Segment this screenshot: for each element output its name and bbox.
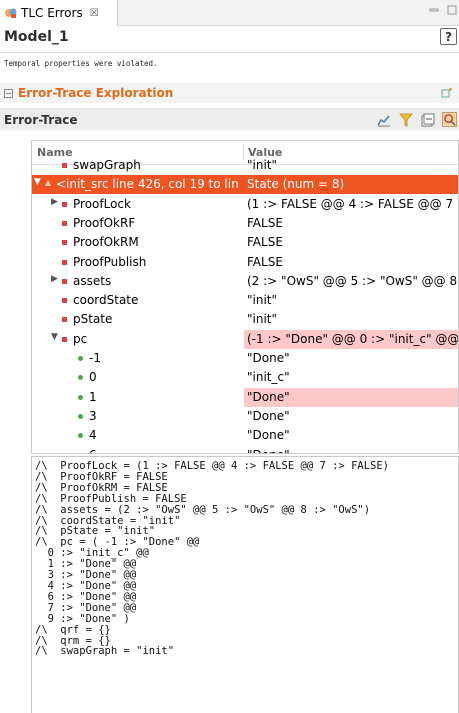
row-value: "init" (247, 293, 278, 308)
variable-icon (62, 163, 67, 168)
table-row[interactable]: 0 "init_c" (32, 368, 458, 387)
variable-icon (62, 317, 67, 323)
table-row[interactable]: ProofPublish FALSE (32, 253, 458, 272)
chart-icon[interactable] (376, 112, 391, 127)
expanded-arrow-icon[interactable]: ▼ (34, 177, 41, 187)
row-value: "Done" (247, 351, 290, 365)
state-icon (45, 180, 51, 187)
function-entry-icon (78, 433, 83, 439)
left-gutter (0, 140, 31, 713)
row-value: FALSE (247, 235, 283, 250)
section-menu-icon[interactable] (441, 87, 453, 102)
function-entry-icon (78, 394, 83, 400)
variable-icon (62, 240, 67, 246)
table-row[interactable]: pState "init" (32, 310, 458, 329)
error-trace-exploration-section[interactable]: − Error-Trace Exploration (0, 83, 459, 103)
filter-icon[interactable] (398, 112, 413, 127)
table-row[interactable]: 6 "Done" (32, 446, 458, 454)
row-value: "Done" (244, 446, 458, 454)
row-value: State (num = 8) (244, 175, 458, 195)
table-row[interactable]: ▶ ProofLock (1 :> FALSE @@ 4 :> FALSE @@ 7… (32, 195, 458, 214)
model-title: Model_1 (4, 29, 69, 45)
row-name: <init_src line 426, col 19 to lin (56, 177, 239, 192)
variable-icon (62, 220, 67, 226)
table-row[interactable]: ▼ <init_src line 426, col 19 to lin State … (32, 175, 458, 195)
row-name: swapGraph (73, 158, 141, 172)
status-message: Temporal properties were violated. (4, 59, 158, 68)
tab-tlc-errors[interactable]: TLC Errors ☒ (0, 0, 118, 26)
variable-icon (62, 201, 67, 207)
row-name: coordState (73, 293, 139, 308)
state-text-area[interactable]: /\ ProofLock = (1 :> FALSE @@ 4 :> FALSE… (31, 456, 459, 713)
toggle-trace-icon[interactable] (442, 112, 457, 127)
row-name: pc (73, 331, 88, 346)
function-entry-icon (78, 375, 83, 381)
tlc-errors-icon (4, 6, 18, 20)
row-value: "init" (247, 158, 278, 172)
error-trace-table: Name Value swapGraph "init" ▼ <init_src lin… (31, 140, 459, 454)
expanded-arrow-icon[interactable]: ▼ (51, 332, 58, 342)
function-entry-icon (78, 413, 83, 419)
function-entry-icon (78, 356, 83, 361)
row-name: -1 (89, 351, 101, 365)
row-name: 4 (89, 428, 97, 443)
variable-icon (62, 298, 67, 304)
table-row[interactable]: ▶ assets (2 :> "OwS" @@ 5 :> "OwS" @@ 8 :>… (32, 272, 458, 291)
row-value: "Done" (247, 428, 290, 443)
row-value: "init_c" (247, 370, 290, 385)
maximize-icon[interactable] (447, 5, 457, 18)
row-name: ProofOkRF (73, 215, 136, 230)
tab-close-icon[interactable]: ☒ (90, 8, 99, 19)
variable-icon (62, 278, 67, 284)
error-trace-title: Error-Trace (4, 112, 78, 127)
row-value: "init" (247, 312, 278, 327)
row-name: ProofPublish (73, 254, 147, 269)
row-value: "Done" (247, 408, 290, 423)
table-row[interactable]: ProofOkRF FALSE (32, 214, 458, 233)
row-value: FALSE (247, 254, 283, 269)
row-name: 3 (89, 408, 97, 423)
help-button[interactable]: ? (440, 28, 457, 45)
minimize-icon[interactable] (429, 5, 439, 18)
collapse-toggle[interactable]: − (4, 88, 13, 98)
row-value: (1 :> FALSE @@ 4 :> FALSE @@ 7 :> FALSE) (247, 196, 458, 211)
variable-icon (62, 336, 67, 342)
collapsed-arrow-icon[interactable]: ▶ (51, 274, 58, 284)
divider (0, 52, 459, 53)
row-name: 1 (89, 389, 97, 404)
table-row[interactable]: swapGraph "init" (32, 156, 458, 175)
row-value: (-1 :> "Done" @@ 0 :> "init_c" @@ (244, 329, 458, 349)
table-row[interactable]: ▼ pc (-1 :> "Done" @@ 0 :> "init_c" @@ (32, 329, 458, 349)
row-value: (2 :> "OwS" @@ 5 :> "OwS" @@ 8 :> "OwS") (247, 273, 458, 288)
row-name: 0 (89, 370, 97, 385)
row-name: 6 (89, 448, 97, 454)
row-name: ProofOkRM (73, 235, 139, 250)
table-row[interactable]: -1 "Done" (32, 349, 458, 368)
table-row[interactable]: 1 "Done" (32, 387, 458, 407)
row-value: "Done" (244, 387, 458, 407)
row-value: FALSE (247, 215, 283, 230)
section-title: Error-Trace Exploration (18, 86, 174, 100)
row-name: assets (73, 273, 112, 288)
trace-toolbar (376, 112, 457, 127)
collapsed-arrow-icon[interactable]: ▶ (51, 197, 58, 207)
table-row[interactable]: ProofOkRM FALSE (32, 233, 458, 252)
table-row[interactable]: 4 "Done" (32, 426, 458, 445)
row-name: pState (73, 312, 113, 327)
collapse-all-icon[interactable] (420, 112, 435, 127)
window-controls (429, 5, 457, 18)
table-row[interactable]: coordState "init" (32, 291, 458, 310)
function-entry-icon (78, 452, 83, 453)
error-trace-header: Error-Trace (0, 108, 459, 130)
row-name: ProofLock (73, 196, 131, 211)
tab-title: TLC Errors (21, 6, 83, 20)
editor-tab-bar: TLC Errors ☒ (0, 0, 459, 26)
variable-icon (62, 259, 67, 265)
table-row[interactable]: 3 "Done" (32, 407, 458, 426)
